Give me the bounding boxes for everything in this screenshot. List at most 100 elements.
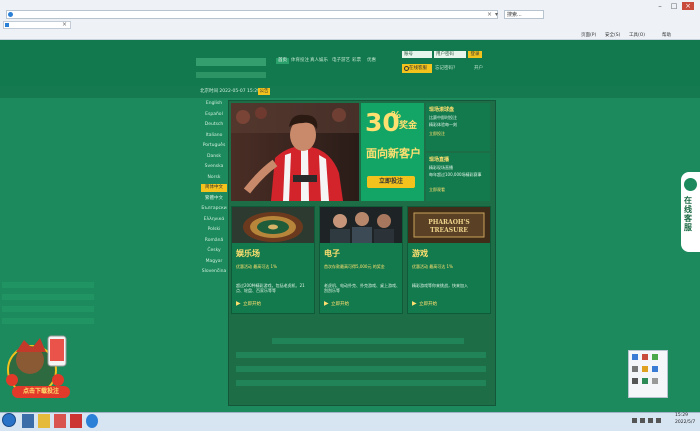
language-item[interactable]: Español <box>201 111 227 119</box>
cmd-page[interactable]: 页面(P) <box>581 33 596 39</box>
nav-live-casino[interactable]: 真人娱乐 <box>310 58 328 64</box>
sub-bar <box>0 86 700 98</box>
tray-app-icon[interactable] <box>652 354 658 360</box>
tray-app-icon[interactable] <box>652 366 658 372</box>
announcement-badge[interactable]: 公告 <box>258 88 270 95</box>
language-item[interactable]: Magyar <box>201 258 227 266</box>
forgot-password-link[interactable]: 忘记密码？ <box>435 66 458 72</box>
password-input[interactable]: 用户密码 <box>434 51 466 58</box>
card-title: 娱乐场 <box>236 249 260 258</box>
browser-icon[interactable] <box>86 414 98 428</box>
language-item[interactable]: 简体中文 <box>201 184 227 192</box>
refresh-icon[interactable]: × <box>486 11 493 18</box>
nav-home[interactable]: 首页 <box>276 58 289 64</box>
search-input[interactable]: 搜索... <box>504 10 544 19</box>
site-icon <box>8 12 13 17</box>
dropdown-icon[interactable]: ▾ <box>493 11 500 18</box>
cmd-help[interactable]: 帮助 <box>662 33 671 39</box>
site-logo[interactable] <box>196 58 266 66</box>
maximize-icon[interactable]: □ <box>668 2 680 10</box>
hero-banner[interactable] <box>231 103 359 201</box>
promo-title: 面向新客户 <box>366 147 421 160</box>
download-bet-button[interactable]: 点击下载投注 <box>12 386 70 398</box>
language-item[interactable]: Norsk <box>201 174 227 182</box>
card-start-link[interactable]: 立即开始 <box>243 301 261 307</box>
tray-app-icon[interactable] <box>642 354 648 360</box>
left-blur <box>2 306 94 312</box>
roulette-image <box>232 207 314 243</box>
tray-app-icon[interactable] <box>652 378 658 384</box>
language-item[interactable]: English <box>201 100 227 108</box>
info-box-line: 每年超过100,000场精彩赛事 <box>429 172 482 177</box>
taskbar-app-icon[interactable] <box>22 414 34 428</box>
language-item[interactable]: Български <box>201 205 227 213</box>
nav-lottery[interactable]: 彩票 <box>352 58 361 64</box>
nav-slots[interactable]: 电子游艺 <box>332 58 350 64</box>
language-item[interactable]: Ελληνικά <box>201 216 227 224</box>
nav-promotions[interactable]: 优惠 <box>367 58 376 64</box>
taskbar-app-icon[interactable] <box>70 414 82 428</box>
card-start-link[interactable]: 立即开始 <box>331 301 349 307</box>
headset-icon <box>684 178 697 191</box>
card-start-link[interactable]: 立即开始 <box>419 301 437 307</box>
card-highlight: 优惠活动 最高可达 1% <box>412 264 453 269</box>
account-input[interactable]: 账号 <box>402 51 432 58</box>
cmd-tools[interactable]: 工具(O) <box>629 33 645 39</box>
tray-icon[interactable] <box>640 418 645 423</box>
tray-app-icon[interactable] <box>642 366 648 372</box>
tray-app-icon[interactable] <box>632 366 638 372</box>
register-link[interactable]: 开户 <box>474 66 483 72</box>
card-highlight: 优惠活动 最高可达 1% <box>236 264 277 269</box>
network-icon[interactable] <box>648 418 653 423</box>
minimize-icon[interactable]: – <box>654 2 666 10</box>
tab-close-icon[interactable]: × <box>62 21 69 29</box>
browser-tab[interactable] <box>3 21 71 29</box>
tray-app-icon[interactable] <box>632 378 638 384</box>
players-image <box>320 207 402 243</box>
taskbar-app-icon[interactable] <box>54 414 66 428</box>
card-highlight: 首次存款最高可得5,000元 的奖金 <box>324 264 385 269</box>
info-box-link[interactable]: 立即观看 <box>429 187 445 193</box>
language-item[interactable]: Português <box>201 142 227 150</box>
volume-icon[interactable] <box>656 418 661 423</box>
tray-app-icon[interactable] <box>642 378 648 384</box>
language-item[interactable]: Česky <box>201 247 227 255</box>
pharaoh-image: PHARAOH'S TREASURE <box>408 207 490 243</box>
language-item[interactable]: Slovenčina <box>201 268 227 276</box>
card-title: 电子 <box>324 249 340 258</box>
language-item[interactable]: Dansk <box>201 153 227 161</box>
bet-now-button[interactable]: 立即投注 <box>367 176 415 188</box>
language-item[interactable]: 繁體中文 <box>201 195 227 203</box>
info-box-title: 现场滚球盘 <box>429 107 455 113</box>
address-bar[interactable] <box>6 10 498 19</box>
card-description: 超过200种精彩游戏，包括老虎机、21点、轮盘、百家乐等等 <box>236 283 305 293</box>
card-description: 精彩游戏等你来挑战，快来加入 <box>412 283 468 288</box>
info-box-title: 现场直播 <box>429 157 450 163</box>
folder-icon[interactable] <box>38 414 50 428</box>
footballer-image <box>231 103 359 201</box>
close-window-icon[interactable]: × <box>682 2 694 10</box>
tab-site-icon <box>5 23 9 27</box>
side-cs-label: 在线客服 <box>684 196 692 232</box>
promo-bonus-label: 奖金 <box>399 121 418 131</box>
start-button[interactable] <box>2 413 16 427</box>
footer-blur <box>236 352 486 358</box>
tray-app-icon[interactable] <box>632 354 638 360</box>
login-button[interactable]: 登录 <box>468 51 482 58</box>
language-item[interactable]: Polski <box>201 226 227 234</box>
card-description: 老虎机、电动扑克、扑克游戏、桌上游戏、刮刮乐等 <box>324 283 400 293</box>
taskbar-date[interactable]: 2022/5/7 <box>675 420 695 426</box>
language-item[interactable]: Italiano <box>201 132 227 140</box>
language-item[interactable]: Svenska <box>201 163 227 171</box>
info-box-line: 精彩体验每一刻 <box>429 122 457 127</box>
cmd-safety[interactable]: 安全(S) <box>605 33 620 39</box>
language-item[interactable]: Deutsch <box>201 121 227 129</box>
left-blur <box>2 318 94 324</box>
nav-sports[interactable]: 体育投注 <box>291 58 309 64</box>
info-box-link[interactable]: 立即投注 <box>429 131 445 137</box>
taskbar-time[interactable]: 15:29 <box>675 413 688 419</box>
language-item[interactable]: Română <box>201 237 227 245</box>
left-blur <box>2 282 94 288</box>
footer-blur <box>272 338 464 344</box>
tray-icon[interactable] <box>632 418 637 423</box>
